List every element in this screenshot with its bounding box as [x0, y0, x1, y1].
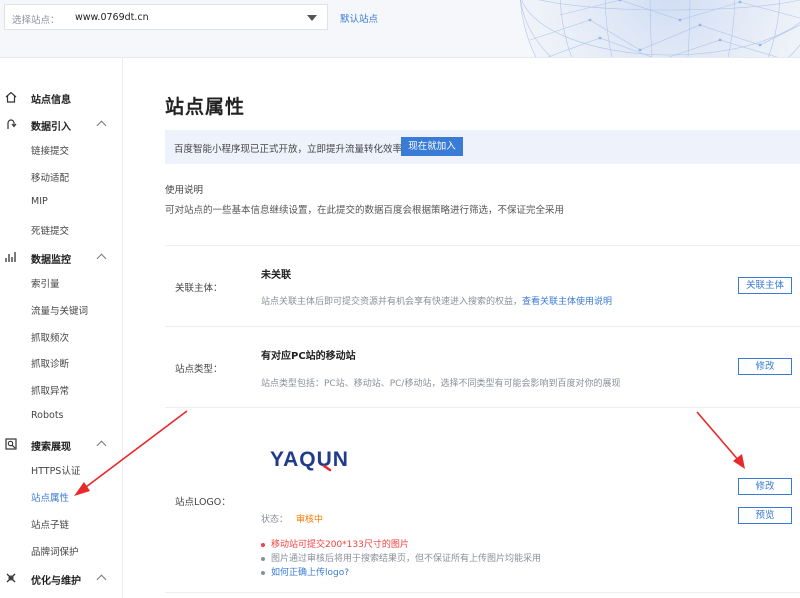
logo-tip-howto[interactable]: 如何正确上传logo? [261, 565, 349, 578]
type-row-label: 站点类型： [175, 364, 223, 375]
row-divider [165, 592, 800, 593]
sidebar-group-title: 站点信息 [31, 95, 71, 106]
globe-decoration [520, 0, 800, 57]
entity-help-link[interactable]: 查看关联主体使用说明 [522, 297, 612, 307]
sidebar-group-site-info[interactable]: 站点信息 [0, 87, 123, 109]
top-bar: 选择站点： www.0769dt.cn 默认站点 [0, 0, 800, 58]
sidebar-group-data-import[interactable]: 数据引入 [0, 114, 123, 136]
link-entity-button[interactable]: 关联主体 [738, 277, 792, 294]
entity-row-value: 未关联 [261, 270, 291, 281]
dropdown-arrow-icon[interactable] [307, 15, 317, 21]
sidebar-group-title: 搜索展现 [31, 442, 71, 453]
sidebar-item-crawl-diagnosis[interactable]: 抓取诊断 [31, 356, 69, 370]
sidebar-item-crawl-error[interactable]: 抓取异常 [31, 383, 69, 397]
tip-text: 移动站可提交200*133尺寸的图片 [271, 540, 409, 550]
sidebar-item-traffic-keywords[interactable]: 流量与关键词 [31, 303, 88, 317]
sidebar-group-search-display[interactable]: 搜索展现 [0, 434, 123, 456]
entity-row-description: 站点关联主体后即可提交资源并有机会享有快速进入搜索的权益，查看关联主体使用说明 [261, 294, 612, 307]
edit-logo-button[interactable]: 修改 [738, 478, 792, 495]
chevron-up-icon[interactable] [96, 253, 107, 264]
logo-help-link[interactable]: 如何正确上传logo? [271, 568, 349, 578]
row-divider [165, 407, 800, 408]
chart-icon [5, 252, 16, 262]
chevron-up-icon[interactable] [96, 574, 107, 585]
site-selector[interactable]: 选择站点： www.0769dt.cn [4, 4, 328, 30]
default-site-link[interactable]: 默认站点 [340, 11, 378, 25]
sidebar: 站点信息 数据引入 链接提交 移动适配 MIP 死链提交 数据监控 索引量 流量… [0, 58, 123, 598]
entity-row-label: 关联主体： [175, 283, 223, 294]
type-row-description: 站点类型包括：PC站、移动站、PC/移动站，选择不同类型有可能会影响到百度对你的… [261, 379, 621, 389]
sidebar-item-mobile-adapt[interactable]: 移动适配 [31, 170, 69, 184]
sidebar-item-sitelinks[interactable]: 站点子链 [31, 517, 69, 531]
sidebar-item-dead-link[interactable]: 死链提交 [31, 223, 69, 237]
sidebar-item-robots[interactable]: Robots [31, 410, 64, 421]
notice-banner: 百度智能小程序现已正式开放，立即提升流量转化效率 现在就加入 [165, 130, 800, 164]
search-display-icon [5, 438, 17, 450]
page-title: 站点属性 [165, 96, 246, 118]
sidebar-item-mip[interactable]: MIP [31, 196, 48, 207]
sidebar-group-data-monitor[interactable]: 数据监控 [0, 247, 123, 269]
usage-title: 使用说明 [165, 185, 204, 196]
status-label: 状态： [261, 515, 289, 525]
sidebar-group-title: 数据监控 [31, 255, 71, 266]
notice-text: 百度智能小程序现已正式开放，立即提升流量转化效率 [174, 144, 403, 155]
sidebar-item-https[interactable]: HTTPS认证 [31, 463, 80, 477]
join-now-button[interactable]: 现在就加入 [401, 137, 463, 156]
sidebar-item-crawl-frequency[interactable]: 抓取频次 [31, 330, 69, 344]
logo-tip-size: 移动站可提交200*133尺寸的图片 [261, 537, 409, 550]
type-row-value: 有对应PC站的移动站 [261, 351, 356, 362]
site-selector-label: 选择站点： [12, 15, 60, 26]
sidebar-item-index[interactable]: 索引量 [31, 276, 60, 290]
sidebar-group-title: 优化与维护 [31, 576, 81, 587]
logo-status: 状态： 审核中 [261, 512, 323, 525]
status-badge: 审核中 [296, 515, 324, 525]
chevron-up-icon[interactable] [96, 120, 107, 131]
tip-text: 图片通过审核后将用于搜索结果页，但不保证所有上传图片均能采用 [271, 554, 542, 564]
bullet-icon [261, 570, 265, 575]
preview-logo-button[interactable]: 预览 [738, 507, 792, 524]
data-import-icon [7, 119, 17, 129]
sidebar-item-brand-protect[interactable]: 品牌词保护 [31, 544, 79, 558]
bullet-icon [261, 556, 265, 561]
home-icon [5, 91, 17, 103]
entity-desc-text: 站点关联主体后即可提交资源并有机会享有快速进入搜索的权益， [261, 297, 523, 307]
site-logo-image: YAQUN [270, 448, 349, 472]
sidebar-item-site-properties[interactable]: 站点属性 [31, 490, 69, 504]
logo-row-label: 站点LOGO： [175, 497, 231, 508]
bullet-icon [261, 542, 265, 547]
optimize-icon [6, 573, 16, 583]
site-selector-value: www.0769dt.cn [75, 12, 149, 23]
sidebar-item-link-submit[interactable]: 链接提交 [31, 143, 69, 157]
sidebar-group-title: 数据引入 [31, 122, 71, 133]
row-divider [165, 245, 800, 246]
chevron-up-icon[interactable] [96, 440, 107, 451]
annotation-arrow-edit [696, 411, 745, 469]
logo-tip-review: 图片通过审核后将用于搜索结果页，但不保证所有上传图片均能采用 [261, 551, 541, 564]
edit-type-button[interactable]: 修改 [738, 358, 792, 375]
row-divider [165, 326, 800, 327]
usage-description: 可对站点的一些基本信息继续设置，在此提交的数据百度会根据策略进行筛选，不保证完全… [165, 205, 565, 216]
logo-text: YAQUN [270, 448, 349, 471]
sidebar-group-optimize[interactable]: 优化与维护 [0, 568, 123, 590]
